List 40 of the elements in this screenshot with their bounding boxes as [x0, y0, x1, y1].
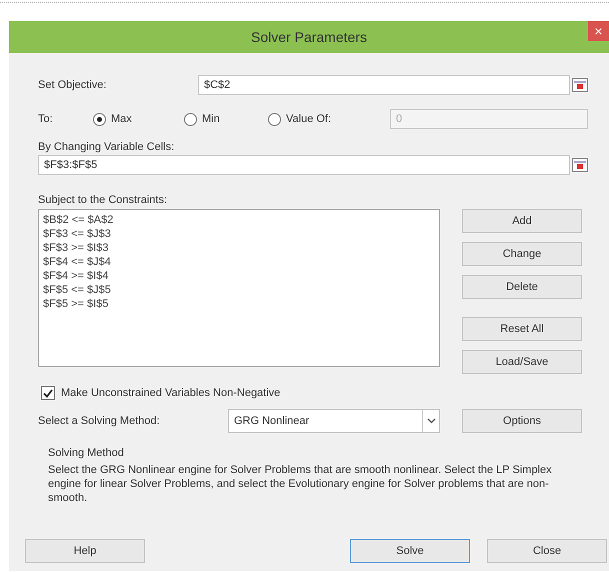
- objective-label: Set Objective:: [38, 79, 108, 91]
- constraints-label: Subject to the Constraints:: [38, 194, 168, 206]
- changing-cells-field[interactable]: $F$3:$F$5: [38, 155, 570, 175]
- radio-button[interactable]: [184, 112, 197, 126]
- footer-button[interactable]: Help: [25, 539, 145, 563]
- constraint-item[interactable]: $F$3 <= $J$3: [43, 227, 435, 241]
- constraints-list[interactable]: $B$2 <= $A$2 $F$3 <= $J$3 $F$3 >= $I$3 $F$4 <= $J$4 $F$4 >= $I$4 $F$5 <= $J$5 $F$5 >= $I$5: [38, 209, 440, 367]
- constraint-item[interactable]: $B$2 <= $A$2: [43, 213, 435, 227]
- side-button[interactable]: Change: [462, 242, 582, 266]
- footer-button[interactable]: Close: [487, 539, 607, 563]
- footer-button[interactable]: Solve: [350, 539, 470, 563]
- window-title: Solver Parameters: [250, 29, 368, 45]
- radio-button[interactable]: [93, 112, 106, 126]
- nonnegative-checkbox[interactable]: [41, 386, 55, 400]
- help-text: Select the GRG Nonlinear engine for Solver Problems that are smooth nonlinear. Select the LP Simplex engine for linear Solver Problems, and select the Evolutionary engine for Solver problems that are non-smooth.: [48, 463, 553, 505]
- help-heading: Solving Method: [48, 447, 125, 459]
- constraint-item[interactable]: $F$5 >= $I$5: [43, 297, 435, 311]
- constraint-item[interactable]: $F$3 >= $I$3: [43, 241, 435, 255]
- radio-label: Max: [111, 113, 132, 125]
- radio-label: Min: [202, 113, 220, 125]
- nonnegative-label: Make Unconstrained Variables Non-Negative: [61, 387, 280, 399]
- constraint-item[interactable]: $F$4 <= $J$4: [43, 255, 435, 269]
- method-dropdown[interactable]: GRG Nonlinear: [228, 409, 440, 433]
- constraint-item[interactable]: $F$4 >= $I$4: [43, 269, 435, 283]
- close-button[interactable]: ×: [588, 21, 609, 41]
- caret-icon: [426, 418, 436, 424]
- range-select-icon[interactable]: [570, 155, 590, 175]
- constraint-item[interactable]: $F$5 <= $J$5: [43, 283, 435, 297]
- changing-cells-label: By Changing Variable Cells:: [38, 141, 176, 153]
- range-select-icon[interactable]: [570, 75, 590, 95]
- method-label: Select a Solving Method:: [38, 415, 161, 427]
- side-button[interactable]: Load/Save: [462, 350, 582, 374]
- radio-button[interactable]: [268, 112, 281, 126]
- radio-label: Value Of:: [286, 113, 332, 125]
- side-button[interactable]: Reset All: [462, 317, 582, 341]
- side-button[interactable]: Delete: [462, 275, 582, 299]
- objective-field[interactable]: $C$2: [198, 75, 570, 95]
- to-label: To:: [38, 113, 54, 125]
- options-button[interactable]: Options: [462, 409, 582, 433]
- side-button[interactable]: Add: [462, 209, 582, 233]
